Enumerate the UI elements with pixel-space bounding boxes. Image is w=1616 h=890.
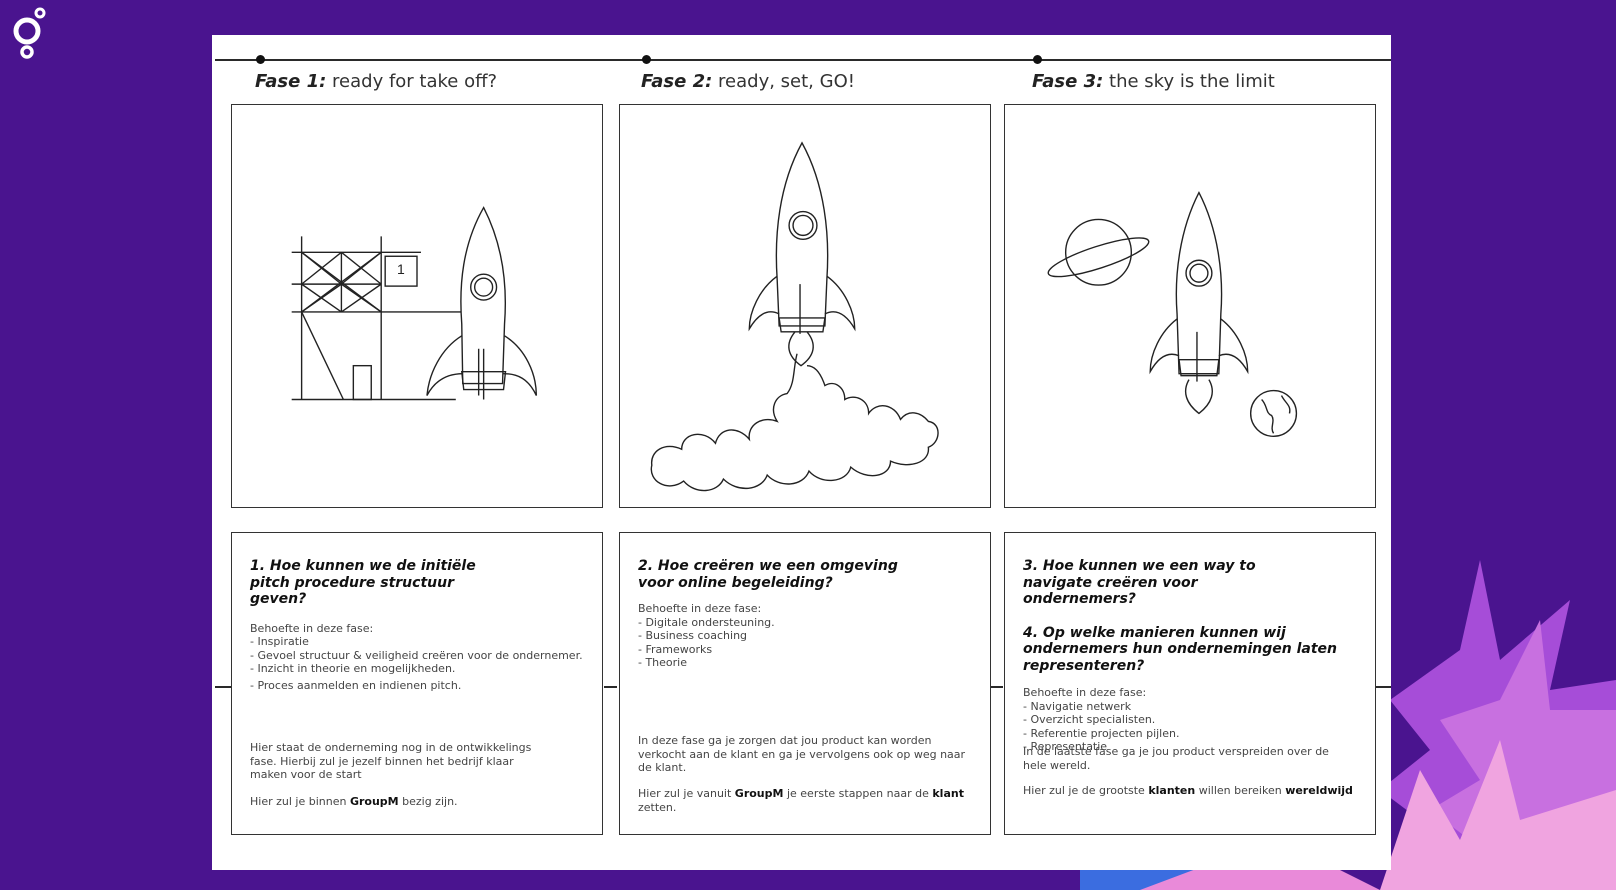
phase-1-question: 1. Hoe kunnen we de initiële pitch proce… bbox=[250, 558, 476, 607]
phase-3-title: Fase 3: the sky is the limit bbox=[1032, 71, 1275, 92]
customer-journey-sheet: Fase 1: ready for take off? Fase 2: read… bbox=[212, 35, 1391, 870]
middle-timeline bbox=[1375, 686, 1391, 688]
timeline-dot bbox=[256, 55, 265, 64]
needs-item: - Navigatie netwerk bbox=[1023, 699, 1132, 713]
phase-1-illustration: 1 bbox=[231, 104, 603, 508]
needs-item: - Frameworks bbox=[638, 642, 713, 656]
phase-2-title: Fase 2: ready, set, GO! bbox=[641, 71, 855, 92]
phase-2-text-card: 2. Hoe creëren we een omgeving voor onli… bbox=[619, 532, 991, 835]
launch-tower-icon bbox=[291, 236, 461, 401]
phase-3-question: 3. Hoe kunnen we een way to navigate cre… bbox=[1023, 558, 1256, 607]
needs-item: - Gevoel structuur & veiligheid creëren … bbox=[250, 648, 583, 662]
rocket-icon bbox=[426, 206, 538, 400]
phase-2-needs: Behoefte in deze fase: - Digitale onders… bbox=[638, 602, 972, 670]
middle-timeline bbox=[604, 686, 617, 688]
phase-2-description: In deze fase ga je zorgen dat jou produc… bbox=[638, 734, 966, 774]
needs-item: - Proces aanmelden en indienen pitch. bbox=[250, 678, 462, 692]
needs-item: - Theorie bbox=[638, 656, 688, 669]
needs-label: Behoefte in deze fase: bbox=[638, 602, 762, 615]
phase-2-question: 2. Hoe creëren we een omgeving voor onli… bbox=[638, 558, 898, 591]
needs-item: - Digitale ondersteuning. bbox=[638, 615, 775, 629]
phase-4-question: 4. Op welke manieren kunnen wij ondernem… bbox=[1023, 624, 1338, 674]
tower-sign-number: 1 bbox=[397, 261, 405, 277]
smoke-cloud-icon bbox=[650, 353, 939, 492]
needs-item: - Inspiratie bbox=[250, 635, 309, 648]
phase-1-title: Fase 1: ready for take off? bbox=[255, 71, 498, 92]
timeline-dot bbox=[642, 55, 651, 64]
needs-item: - Referentie projecten pijlen. bbox=[1023, 726, 1180, 740]
phase-2-footer: Hier zul je vanuit GroupM je eerste stap… bbox=[638, 787, 964, 814]
phase-3-description: In de laatste fase ga je jou product ver… bbox=[1023, 745, 1329, 772]
needs-item: - Overzicht specialisten. bbox=[1023, 713, 1156, 726]
phase-3-needs: Behoefte in deze fase: - Navigatie netwe… bbox=[1023, 686, 1357, 754]
timeline-dot bbox=[1033, 55, 1042, 64]
middle-timeline bbox=[989, 686, 1003, 688]
earth-globe-icon bbox=[1249, 389, 1298, 437]
saturn-planet-icon bbox=[1047, 218, 1150, 286]
phase-3-text-card: 3. Hoe kunnen we een way to navigate cre… bbox=[1004, 532, 1376, 835]
brand-logo-icon[interactable] bbox=[10, 6, 46, 60]
phase-2-illustration bbox=[619, 104, 991, 508]
needs-label: Behoefte in deze fase: bbox=[250, 621, 374, 635]
needs-item: - Inzicht in theorie en mogelijkheden. bbox=[250, 662, 456, 675]
needs-item: - Business coaching bbox=[638, 629, 748, 642]
phase-1-footer: Hier zul je binnen GroupM bezig zijn. bbox=[250, 795, 458, 808]
rocket-icon bbox=[1149, 191, 1249, 415]
top-timeline bbox=[215, 59, 1391, 61]
middle-timeline bbox=[215, 686, 232, 688]
needs-label: Behoefte in deze fase: bbox=[1023, 686, 1147, 699]
phase-3-illustration bbox=[1004, 104, 1376, 508]
phase-1-needs: Behoefte in deze fase: - Inspiratie - Ge… bbox=[250, 622, 584, 693]
phase-3-footer: Hier zul je de grootste klanten willen b… bbox=[1023, 784, 1353, 797]
rocket-icon bbox=[748, 141, 856, 367]
phase-1-text-card: 1. Hoe kunnen we de initiële pitch proce… bbox=[231, 532, 603, 835]
phase-1-description: Hier staat de onderneming nog in de ontw… bbox=[250, 741, 532, 781]
